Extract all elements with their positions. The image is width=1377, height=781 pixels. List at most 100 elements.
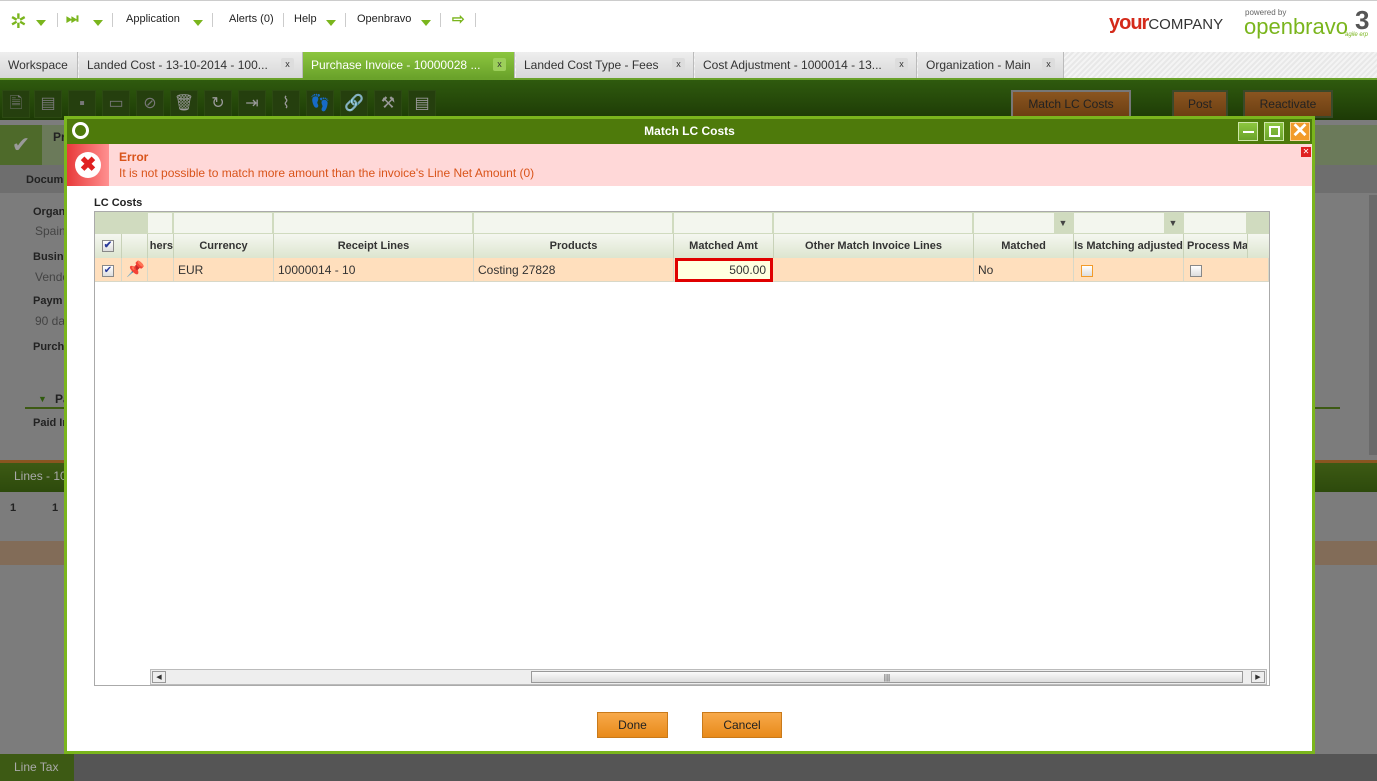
grid-count: 1 xyxy=(10,502,17,514)
filter-cell[interactable]: ▼ xyxy=(1074,213,1184,233)
dialog-title: Match LC Costs xyxy=(644,124,735,138)
column-header-receipt-lines[interactable]: Receipt Lines xyxy=(274,234,474,258)
post-button[interactable]: Post xyxy=(1172,90,1228,118)
is-matching-adjusted-checkbox[interactable] xyxy=(1074,258,1184,282)
filter-cell[interactable] xyxy=(774,213,974,233)
chevron-down-icon[interactable] xyxy=(93,17,103,29)
alerts-link[interactable]: Alerts (0) xyxy=(229,13,274,25)
quick-launch-icon[interactable]: ✲ xyxy=(10,9,27,34)
save-close-icon[interactable]: ▭ xyxy=(102,90,130,118)
refresh-icon[interactable]: ↻ xyxy=(204,90,232,118)
help-menu[interactable]: Help xyxy=(294,13,317,25)
save-icon[interactable]: ▪ xyxy=(68,90,96,118)
tab-organization[interactable]: Organization - Main x xyxy=(918,52,1064,78)
toggle-view-icon[interactable]: ▤ xyxy=(408,90,436,118)
close-icon[interactable]: x xyxy=(281,58,294,71)
user-menu[interactable]: Openbravo xyxy=(357,13,411,25)
new-row-icon[interactable]: ▤ xyxy=(34,90,62,118)
tab-purchase-invoice[interactable]: Purchase Invoice - 10000028 ... x xyxy=(303,52,515,78)
scroll-thumb[interactable]: ||| xyxy=(531,671,1243,683)
tab-label: Landed Cost Type - Fees xyxy=(524,58,659,72)
delete-icon[interactable]: 🗑 xyxy=(170,90,198,118)
reactivate-button[interactable]: Reactivate xyxy=(1243,90,1333,118)
export-icon[interactable]: ⇥ xyxy=(238,90,266,118)
tab-workspace[interactable]: Workspace xyxy=(0,52,78,78)
other-lines-cell xyxy=(774,258,974,282)
column-header[interactable]: hers xyxy=(148,234,174,258)
cancel-button[interactable]: Cancel xyxy=(702,712,782,738)
application-menu[interactable]: Application xyxy=(126,13,180,25)
tab-label: Workspace xyxy=(8,58,68,72)
tab-cost-adjustment[interactable]: Cost Adjustment - 1000014 - 13... x xyxy=(695,52,917,78)
pin-icon[interactable]: 📌 xyxy=(122,258,148,282)
minimize-icon[interactable] xyxy=(1238,122,1258,141)
chevron-down-icon[interactable] xyxy=(421,17,431,29)
scrollbar[interactable] xyxy=(1369,195,1377,455)
column-header-matched[interactable]: Matched xyxy=(974,234,1074,258)
close-error-icon[interactable]: ✕ xyxy=(1301,147,1311,157)
filter-cell[interactable] xyxy=(1184,213,1248,233)
tab-landed-cost[interactable]: Landed Cost - 13-10-2014 - 100... x xyxy=(79,52,303,78)
chevron-down-icon[interactable] xyxy=(326,17,336,29)
chevron-down-icon[interactable]: ▼ xyxy=(1164,213,1182,233)
filter-cell[interactable]: ▼ xyxy=(974,213,1074,233)
column-header-products[interactable]: Products xyxy=(474,234,674,258)
matched-amt-input[interactable]: 500.00 xyxy=(675,258,773,282)
lines-tab[interactable]: Lines - 10 xyxy=(14,469,67,483)
new-document-icon[interactable]: 🗎 xyxy=(2,90,30,118)
field-label: Busin xyxy=(33,251,64,263)
filter-cell[interactable] xyxy=(474,213,674,233)
maximize-icon[interactable] xyxy=(1264,122,1284,141)
tab-landed-cost-type[interactable]: Landed Cost Type - Fees x xyxy=(516,52,694,78)
field-label: Purch xyxy=(33,341,65,353)
filter-cell[interactable] xyxy=(174,213,274,233)
horizontal-scrollbar[interactable]: ◀ ||| ▶ xyxy=(150,669,1267,685)
section-header: Docum xyxy=(26,174,64,186)
status-check-icon: ✔ xyxy=(0,125,42,165)
field-label: Organ xyxy=(33,206,66,218)
attachment-icon[interactable]: ⌇ xyxy=(272,90,300,118)
table-cell xyxy=(148,258,174,282)
tab-bar: Workspace Landed Cost - 13-10-2014 - 100… xyxy=(0,52,1377,78)
column-header-process-matching[interactable]: Process Mat xyxy=(1184,234,1248,258)
toolbar: 🗎 ▤ ▪ ▭ ⊘ 🗑 ↻ ⇥ ⌇ 👣 🔗 ⚒ ▤ Match LC Costs… xyxy=(0,78,1377,120)
chevron-down-icon[interactable] xyxy=(193,17,203,29)
done-button[interactable]: Done xyxy=(597,712,668,738)
close-icon[interactable]: x xyxy=(672,58,685,71)
close-icon[interactable]: ✕ xyxy=(1290,121,1310,141)
cancel-icon[interactable]: ⊘ xyxy=(136,90,164,118)
tools-icon[interactable]: ⚒ xyxy=(374,90,402,118)
tab-label: Organization - Main xyxy=(926,58,1031,72)
chevron-down-icon[interactable]: ▼ xyxy=(1054,213,1072,233)
scroll-left-icon[interactable]: ◀ xyxy=(152,671,166,683)
column-header-currency[interactable]: Currency xyxy=(174,234,274,258)
column-header-matched-amt[interactable]: Matched Amt xyxy=(674,234,774,258)
recent-views-icon[interactable]: ⏭ xyxy=(66,10,79,27)
collapse-icon[interactable]: ▼ xyxy=(38,394,47,404)
lc-costs-grid: ▼ ▼ ✔ hers Currency Receipt Lines Produc… xyxy=(94,211,1270,686)
row-checkbox[interactable]: ✔ xyxy=(95,258,122,282)
close-icon[interactable]: x xyxy=(493,58,506,71)
header-cell xyxy=(122,234,148,258)
matched-cell: No xyxy=(974,258,1074,282)
scroll-right-icon[interactable]: ▶ xyxy=(1251,671,1265,683)
filter-cell[interactable] xyxy=(274,213,474,233)
column-header-other-lines[interactable]: Other Match Invoice Lines xyxy=(774,234,974,258)
openbravo-logo: openbravo xyxy=(1244,14,1348,39)
close-icon[interactable]: x xyxy=(895,58,908,71)
filter-cell[interactable] xyxy=(148,213,174,233)
audit-trail-icon[interactable]: 👣 xyxy=(306,90,334,118)
tab-label: Landed Cost - 13-10-2014 - 100... xyxy=(87,58,268,72)
link-icon[interactable]: 🔗 xyxy=(340,90,368,118)
close-icon[interactable]: x xyxy=(1042,58,1055,71)
filter-cell[interactable] xyxy=(674,213,774,233)
process-matching-checkbox[interactable] xyxy=(1184,258,1269,282)
table-row[interactable]: ✔ 📌 EUR 10000014 - 10 Costing 27828 500.… xyxy=(95,258,1269,282)
select-all-checkbox[interactable]: ✔ xyxy=(95,234,122,258)
chevron-down-icon[interactable] xyxy=(36,17,46,29)
match-lc-costs-button[interactable]: Match LC Costs xyxy=(1011,90,1131,118)
logout-icon[interactable]: ⇨ xyxy=(452,10,465,28)
column-header-is-matching-adjusted[interactable]: Is Matching adjusted xyxy=(1074,234,1184,258)
currency-cell: EUR xyxy=(174,258,274,282)
line-tax-tab[interactable]: Line Tax xyxy=(0,754,74,781)
